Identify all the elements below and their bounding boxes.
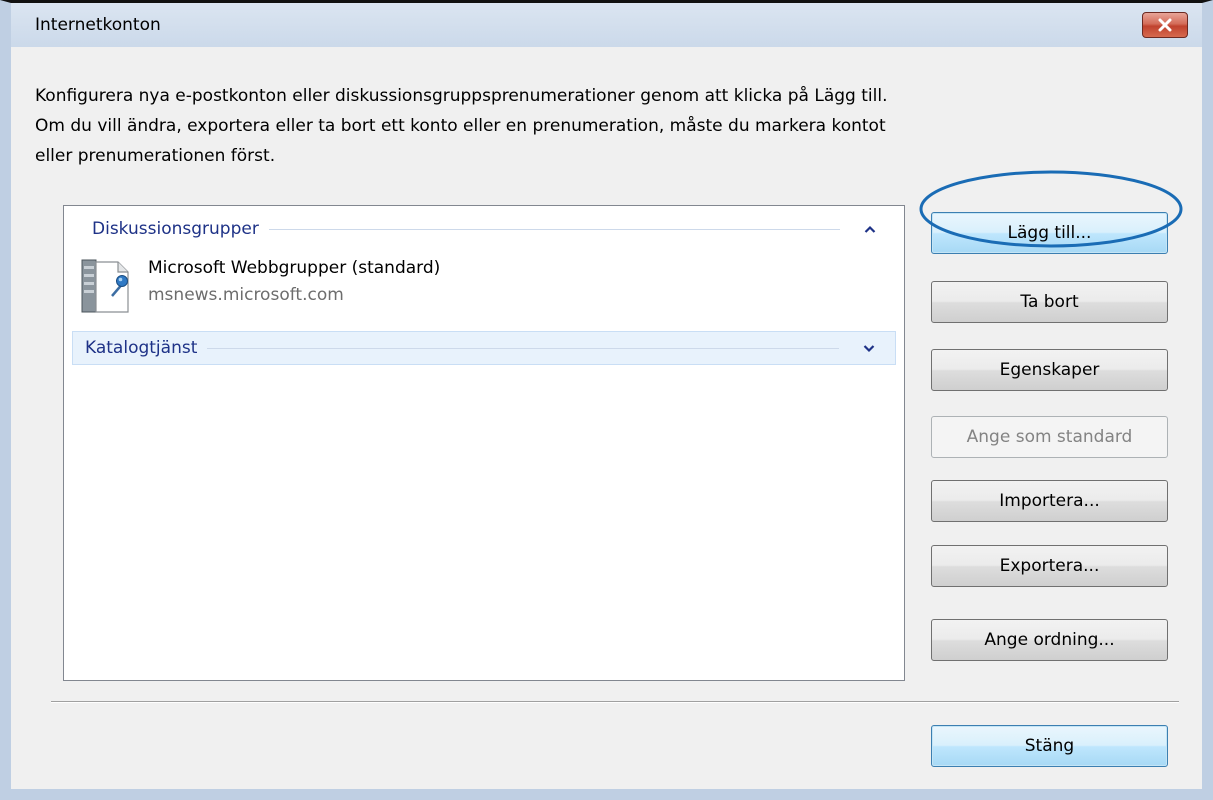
properties-button[interactable]: Egenskaper bbox=[931, 349, 1168, 391]
title-bar[interactable]: Internetkonton bbox=[11, 3, 1202, 47]
chevron-up-icon[interactable] bbox=[860, 219, 880, 239]
remove-button[interactable]: Ta bort bbox=[931, 281, 1168, 323]
set-default-button[interactable]: Ange som standard bbox=[931, 416, 1168, 458]
account-server: msnews.microsoft.com bbox=[148, 285, 344, 305]
dialog-body: Konfigurera nya e-postkonton eller disku… bbox=[11, 47, 1202, 789]
accounts-list[interactable]: Diskussionsgrupper Microsoft Webbgrupper… bbox=[63, 205, 905, 681]
close-button[interactable]: Stäng bbox=[931, 725, 1168, 767]
intro-line-2: Om du vill ändra, exportera eller ta bor… bbox=[35, 116, 886, 166]
window-title: Internetkonton bbox=[35, 15, 161, 35]
account-name: Microsoft Webbgrupper (standard) bbox=[148, 258, 441, 278]
group-header-diskussionsgrupper[interactable]: Diskussionsgrupper bbox=[72, 212, 896, 246]
window-close-button[interactable] bbox=[1142, 12, 1188, 38]
import-button[interactable]: Importera... bbox=[931, 480, 1168, 522]
export-button[interactable]: Exportera... bbox=[931, 545, 1168, 587]
group-label: Diskussionsgrupper bbox=[92, 219, 259, 239]
intro-line-1: Konfigurera nya e-postkonton eller disku… bbox=[35, 86, 888, 106]
group-divider bbox=[207, 347, 839, 349]
divider bbox=[51, 701, 1179, 703]
news-server-icon bbox=[78, 256, 132, 320]
chevron-down-icon[interactable] bbox=[859, 338, 879, 358]
set-order-button[interactable]: Ange ordning... bbox=[931, 619, 1168, 661]
internet-accounts-dialog: Internetkonton Konfigurera nya e-postkon… bbox=[0, 0, 1213, 800]
group-header-katalogtjanst[interactable]: Katalogtjänst bbox=[72, 331, 896, 365]
list-item[interactable]: Microsoft Webbgrupper (standard) msnews.… bbox=[72, 250, 672, 320]
group-label: Katalogtjänst bbox=[85, 338, 198, 358]
add-button[interactable]: Lägg till... bbox=[931, 212, 1168, 254]
close-icon bbox=[1158, 18, 1172, 32]
group-divider bbox=[268, 228, 840, 230]
intro-text: Konfigurera nya e-postkonton eller disku… bbox=[35, 81, 915, 171]
